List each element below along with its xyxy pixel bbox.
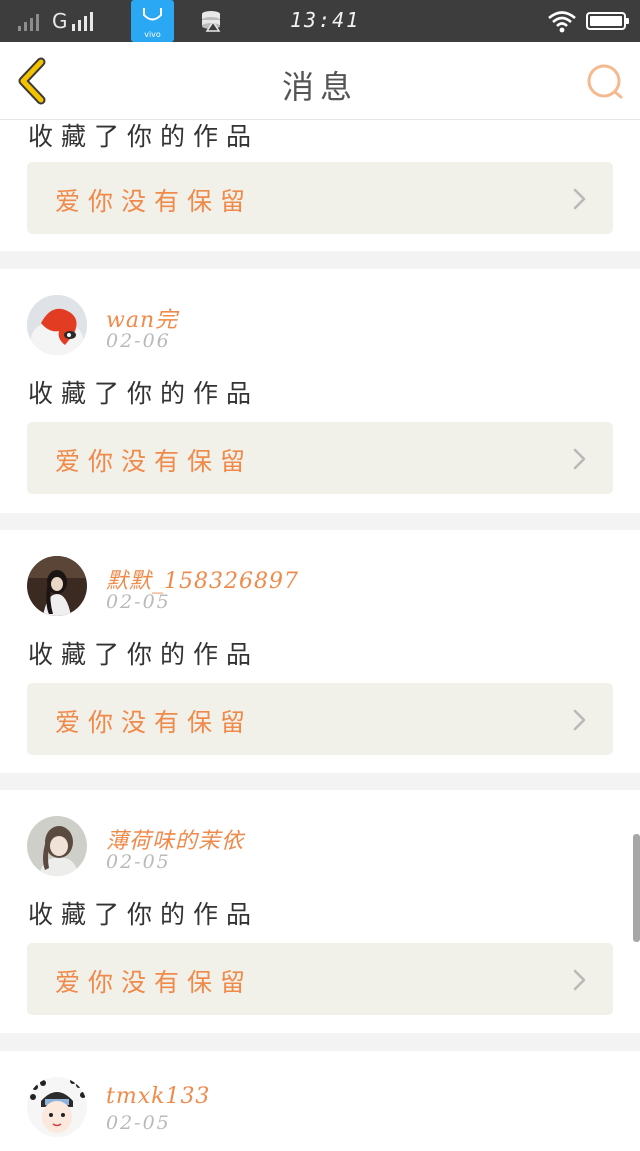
message-date: 02-05	[106, 1112, 171, 1134]
work-link[interactable]: 爱你没有保留	[27, 683, 613, 755]
store-label: vivo	[144, 30, 161, 39]
work-link[interactable]: 爱你没有保留	[27, 422, 613, 494]
message-card: wan完 02-06 收藏了你的作品 爱你没有保留	[0, 269, 640, 513]
work-link[interactable]: 爱你没有保留	[27, 943, 613, 1015]
work-title: 爱你没有保留	[55, 187, 254, 216]
work-link[interactable]: 爱你没有保留	[27, 162, 613, 234]
scrollbar[interactable]	[633, 834, 640, 942]
work-title: 爱你没有保留	[55, 447, 254, 476]
signal-strength-icon	[72, 11, 93, 31]
work-title: 爱你没有保留	[55, 708, 254, 737]
network-type: G	[52, 9, 68, 33]
battery-icon	[586, 12, 629, 30]
clock: 13:41	[290, 8, 361, 32]
avatar[interactable]	[27, 295, 87, 355]
top-navigation-bar: 消息	[0, 42, 640, 120]
chevron-right-icon	[573, 969, 586, 991]
message-action: 收藏了你的作品	[28, 640, 260, 669]
message-action: 收藏了你的作品	[28, 900, 260, 929]
search-icon	[587, 64, 623, 99]
chevron-right-icon	[573, 188, 586, 210]
wifi-icon	[547, 9, 577, 37]
avatar[interactable]	[27, 816, 87, 876]
username[interactable]: tmxk133	[106, 1084, 210, 1109]
message-card: 默默_158326897 02-05 收藏了你的作品 爱你没有保留	[0, 530, 640, 773]
chevron-right-icon	[573, 709, 586, 731]
message-date: 02-05	[106, 591, 171, 613]
message-card: tmxk133 02-05	[0, 1051, 640, 1151]
signal-icon	[18, 11, 39, 31]
work-title: 爱你没有保留	[55, 968, 254, 997]
app-store-icon: vivo	[131, 0, 174, 42]
avatar[interactable]	[27, 556, 87, 616]
message-date: 02-06	[106, 330, 171, 352]
page-title: 消息	[281, 68, 358, 106]
message-list: 收藏了你的作品 爱你没有保留 wan完 02-06 收藏了你的作品 爱你没有保留	[0, 120, 640, 1151]
message-date: 02-05	[106, 851, 171, 873]
chevron-right-icon	[573, 448, 586, 470]
avatar[interactable]	[27, 1077, 87, 1137]
status-bar: G vivo 13:41	[0, 0, 640, 42]
message-card: 薄荷味的茉依 02-05 收藏了你的作品 爱你没有保留	[0, 790, 640, 1033]
database-icon	[200, 10, 222, 36]
message-action: 收藏了你的作品	[28, 122, 260, 151]
message-card: 收藏了你的作品 爱你没有保留	[0, 120, 640, 251]
search-button[interactable]	[584, 61, 626, 103]
message-action: 收藏了你的作品	[28, 379, 260, 408]
